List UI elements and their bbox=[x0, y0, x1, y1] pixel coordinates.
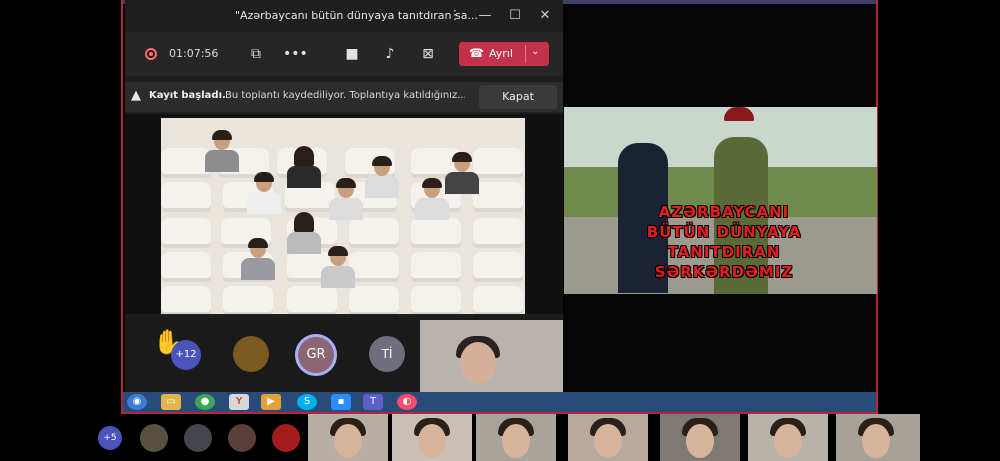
chair bbox=[161, 252, 211, 282]
leave-button[interactable]: ☎ Ayrıl ⌄ bbox=[459, 42, 549, 66]
yandex-icon[interactable]: Y bbox=[229, 394, 249, 410]
start-icon[interactable]: ◉ bbox=[127, 394, 147, 410]
video-stage bbox=[125, 114, 563, 314]
student bbox=[247, 172, 281, 214]
chair bbox=[349, 218, 399, 248]
participant-video bbox=[836, 414, 920, 461]
leave-divider bbox=[525, 45, 526, 63]
student bbox=[415, 178, 449, 220]
folder-icon[interactable]: ▭ bbox=[161, 394, 181, 410]
chair bbox=[473, 252, 523, 282]
student bbox=[287, 146, 321, 188]
teams-window: "Azərbaycanı bütün dünyaya tanıtdıran sa… bbox=[125, 0, 563, 392]
minimize-icon[interactable]: — bbox=[475, 6, 495, 26]
phone-icon: ☎ bbox=[469, 46, 484, 60]
share-screen-icon[interactable]: ⧉ bbox=[245, 44, 267, 64]
banner-close-button[interactable]: Kapat bbox=[479, 85, 557, 109]
participants-strip: +5 bbox=[0, 414, 1000, 461]
mic-icon[interactable]: ♪ bbox=[379, 44, 401, 64]
more-icon[interactable]: ••• bbox=[283, 44, 308, 64]
recording-message: Bu toplantı kaydediliyor. Toplantıya kat… bbox=[225, 90, 465, 101]
student bbox=[329, 178, 363, 220]
participant-video bbox=[568, 414, 648, 461]
maximize-icon[interactable]: ☐ bbox=[505, 6, 525, 26]
chrome-icon[interactable]: ● bbox=[195, 394, 215, 410]
recording-banner: ▲ Kayıt başladı. Bu toplantı kaydediliyo… bbox=[125, 82, 563, 112]
chair bbox=[411, 286, 461, 314]
chair bbox=[161, 286, 211, 314]
chair bbox=[473, 148, 523, 178]
chair bbox=[223, 286, 273, 314]
chair bbox=[161, 148, 211, 178]
student bbox=[321, 246, 355, 288]
teacher-video bbox=[420, 320, 563, 392]
warning-icon: ▲ bbox=[131, 88, 141, 103]
menu-icon[interactable]: ⋮ bbox=[445, 6, 465, 26]
slide-text-line: TANITDIRAN bbox=[667, 243, 781, 261]
window-title: "Azərbaycanı bütün dünyaya tanıtdıran sa… bbox=[235, 9, 478, 22]
recording-status: Kayıt başladı. bbox=[149, 90, 226, 101]
skype-icon[interactable]: S bbox=[297, 394, 317, 410]
record-icon bbox=[145, 48, 157, 60]
participant-avatar-gr[interactable]: GR bbox=[295, 334, 337, 376]
chair bbox=[161, 182, 211, 212]
participant-avatar[interactable] bbox=[140, 424, 168, 452]
participant-video bbox=[476, 414, 556, 461]
student bbox=[205, 130, 239, 172]
stop-share-icon[interactable]: ⊠ bbox=[417, 44, 439, 64]
participant-bar: ✋ +12 GR Tİ bbox=[125, 318, 563, 392]
student bbox=[241, 238, 275, 280]
participant-video bbox=[392, 414, 472, 461]
slide-text-line: SƏRKƏRDƏMIZ bbox=[654, 263, 794, 281]
participant-video bbox=[308, 414, 388, 461]
chair bbox=[161, 218, 211, 248]
student bbox=[287, 212, 321, 254]
participant-avatar-ti[interactable]: Tİ bbox=[369, 336, 405, 372]
chair bbox=[349, 286, 399, 314]
slide-text-line: BÜTÜN DÜNYAYA bbox=[646, 223, 802, 241]
participant-video bbox=[748, 414, 828, 461]
shared-slide: AZƏRBAYCANI BÜTÜN DÜNYAYA TANITDIRAN SƏR… bbox=[564, 107, 877, 294]
windows-taskbar: ◉ ▭ ● Y ▶ S ▪ T ◐ bbox=[123, 392, 876, 412]
student bbox=[365, 156, 399, 198]
chair bbox=[411, 218, 461, 248]
leave-label: Ayrıl bbox=[489, 47, 513, 60]
raised-hand-count[interactable]: +12 bbox=[171, 340, 201, 370]
participant-avatar[interactable] bbox=[233, 336, 269, 372]
participant-avatar[interactable] bbox=[272, 424, 300, 452]
meeting-timer: 01:07:56 bbox=[169, 47, 219, 60]
classroom-video bbox=[161, 118, 525, 314]
participant-avatar[interactable] bbox=[184, 424, 212, 452]
teams-icon[interactable]: T bbox=[363, 394, 383, 410]
chair bbox=[287, 286, 337, 314]
participant-video bbox=[660, 414, 740, 461]
close-icon[interactable]: ✕ bbox=[535, 6, 555, 26]
media-icon[interactable]: ▶ bbox=[261, 394, 281, 410]
beret bbox=[724, 107, 754, 121]
camera-icon[interactable]: ■ bbox=[341, 44, 363, 64]
chair bbox=[473, 286, 523, 314]
zoom-icon[interactable]: ▪ bbox=[331, 394, 351, 410]
chevron-down-icon[interactable]: ⌄ bbox=[531, 46, 539, 57]
more-participants-count[interactable]: +5 bbox=[98, 426, 122, 450]
participant-avatar[interactable] bbox=[228, 424, 256, 452]
student bbox=[445, 152, 479, 194]
slide-text-line: AZƏRBAYCANI bbox=[658, 203, 790, 221]
chair bbox=[349, 252, 399, 282]
chair bbox=[473, 182, 523, 212]
screen-share-frame: "Azərbaycanı bütün dünyaya tanıtdıran sa… bbox=[121, 0, 878, 414]
chair bbox=[473, 218, 523, 248]
paint-icon[interactable]: ◐ bbox=[397, 394, 417, 410]
chair bbox=[411, 252, 461, 282]
title-bar: "Azərbaycanı bütün dünyaya tanıtdıran sa… bbox=[125, 0, 563, 32]
